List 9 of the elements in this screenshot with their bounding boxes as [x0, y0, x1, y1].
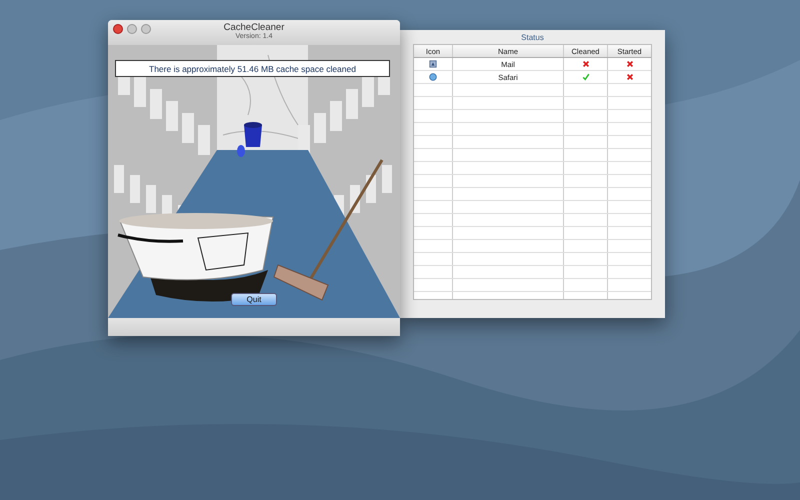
zoom-button[interactable]: [141, 24, 151, 34]
minimize-button[interactable]: [127, 24, 137, 34]
status-message: There is approximately 51.46 MB cache space cleaned: [115, 60, 390, 77]
window-title: Status: [520, 32, 545, 44]
quit-button[interactable]: Quit: [231, 293, 277, 306]
stamp-icon: [429, 60, 437, 68]
window-title: CacheCleaner: [224, 22, 284, 33]
close-button[interactable]: [113, 24, 123, 34]
compass-icon: [429, 73, 437, 81]
